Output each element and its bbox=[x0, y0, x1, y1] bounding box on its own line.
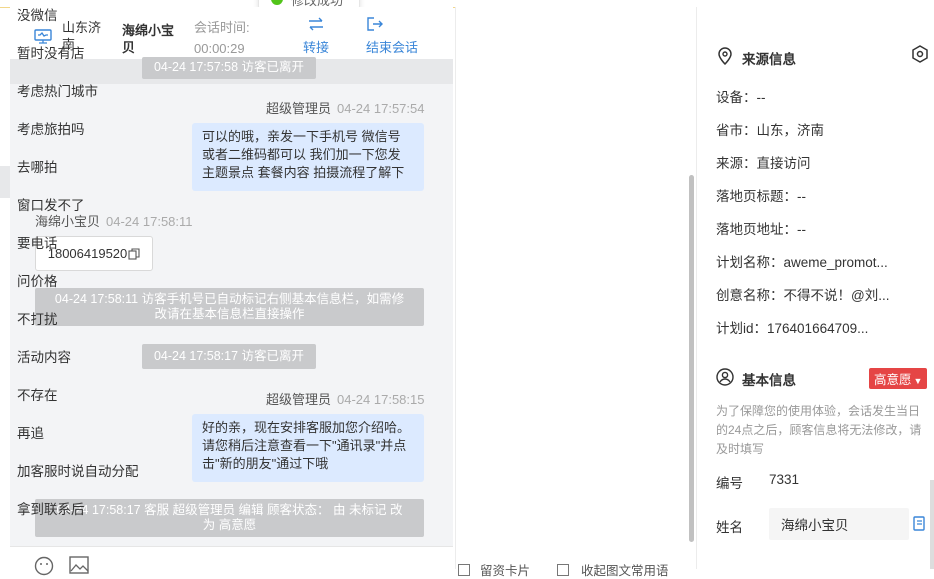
system-message: 04-24 17:57:58 访客已离开 bbox=[142, 57, 316, 79]
quick-reply-item[interactable]: 不打扰 bbox=[17, 308, 58, 328]
system-message: 04-24 17:58:17 客服 超级管理员 编辑 顾客状态： 由 未标记 改… bbox=[35, 499, 424, 537]
source-info-title: 来源信息 bbox=[742, 52, 796, 67]
quick-reply-item[interactable]: 拿到联系后 bbox=[17, 498, 85, 518]
system-message: 04-24 17:58:11 访客手机号已自动标记右侧基本信息栏，如需修 改请在基… bbox=[35, 288, 424, 326]
left-edge-tab bbox=[0, 166, 10, 198]
visitor-name: 海绵小宝贝 bbox=[122, 23, 175, 55]
image-icon[interactable] bbox=[69, 556, 89, 574]
emoji-icon[interactable] bbox=[34, 556, 54, 576]
basic-info-title: 基本信息 bbox=[742, 373, 796, 388]
quick-reply-item[interactable]: 去哪拍 bbox=[17, 156, 58, 176]
quick-reply-item[interactable]: 活动内容 bbox=[17, 346, 71, 366]
settings-icon[interactable] bbox=[911, 45, 929, 63]
edit-note-icon[interactable] bbox=[913, 516, 927, 532]
transfer-icon bbox=[309, 17, 323, 31]
info-row-landing-title: 落地页标题：-- bbox=[716, 189, 806, 204]
copy-icon[interactable] bbox=[128, 247, 140, 260]
info-row-source: 来源：直接访问 bbox=[716, 156, 811, 171]
info-row-region: 省市：山东，济南 bbox=[716, 123, 824, 138]
quick-reply-item[interactable]: 考虑热门城市 bbox=[17, 80, 98, 100]
lead-card-button[interactable]: 留资卡片 bbox=[458, 560, 530, 579]
user-circle-icon bbox=[716, 368, 734, 386]
intent-badge[interactable]: 高意愿 ▼ bbox=[869, 368, 928, 389]
info-row-creative-name: 创意名称：不得不说！@刘... bbox=[716, 288, 890, 303]
quick-reply-item[interactable]: 考虑旅拍吗 bbox=[17, 118, 85, 138]
agent-message-bubble: 好的亲，现在安排客服加您介绍哈。 请您稍后注意查看一下"通讯录"并点 击"新的朋… bbox=[192, 414, 424, 482]
name-label: 姓名 bbox=[716, 520, 743, 535]
logout-icon bbox=[367, 17, 383, 31]
quick-reply-panel bbox=[455, 7, 697, 569]
info-row-plan-name: 计划名称：aweme_promot... bbox=[716, 255, 888, 270]
quick-reply-item[interactable]: 暂时没有店 bbox=[17, 42, 85, 62]
message-sender: 超级管理员 04-24 17:57:54 bbox=[266, 101, 425, 116]
info-row-device: 设备：-- bbox=[716, 90, 766, 105]
end-session-button[interactable]: 结束会话 bbox=[366, 16, 422, 56]
quick-reply-item[interactable]: 加客服时说自动分配 bbox=[17, 460, 139, 480]
collapse-replies-button[interactable]: 收起图文常用语 bbox=[557, 560, 669, 579]
id-value: 7331 bbox=[769, 472, 800, 487]
transfer-button[interactable]: 转接 bbox=[300, 16, 332, 56]
agent-message-bubble: 可以的哦，亲发一下手机号 微信号 或者二维码都可以 我们加一下您发 主题景点 套… bbox=[192, 123, 424, 191]
quick-reply-scrollbar[interactable] bbox=[689, 175, 694, 542]
quick-reply-item[interactable]: 要电话 bbox=[17, 232, 58, 252]
edit-notice: 为了保障您的使用体验，会话发生当日 的24点之后，顾客信息将无法修改，请 及时填… bbox=[716, 404, 922, 456]
quick-reply-item[interactable]: 问价格 bbox=[17, 270, 58, 290]
card-icon bbox=[458, 563, 470, 576]
name-field[interactable]: 海绵小宝贝 bbox=[769, 508, 909, 540]
right-panel-scrollbar[interactable] bbox=[930, 480, 934, 569]
check-circle-icon bbox=[271, 0, 283, 5]
info-row-landing-url: 落地页地址：-- bbox=[716, 222, 806, 237]
quick-reply-item[interactable]: 窗口发不了 bbox=[17, 194, 85, 214]
quick-reply-item[interactable]: 不存在 bbox=[17, 384, 58, 404]
session-time: 会话时间: 00:00:29 bbox=[194, 20, 250, 56]
system-message: 04-24 17:58:17 访客已离开 bbox=[142, 344, 316, 369]
info-row-plan-id: 计划id：176401664709... bbox=[716, 321, 869, 336]
caret-down-icon: ▼ bbox=[913, 376, 923, 386]
quick-reply-item[interactable]: 再追 bbox=[17, 422, 44, 442]
message-sender: 超级管理员 04-24 17:58:15 bbox=[266, 392, 425, 407]
collapse-icon bbox=[557, 563, 569, 576]
location-pin-icon bbox=[718, 47, 732, 65]
id-label: 编号 bbox=[716, 476, 743, 491]
